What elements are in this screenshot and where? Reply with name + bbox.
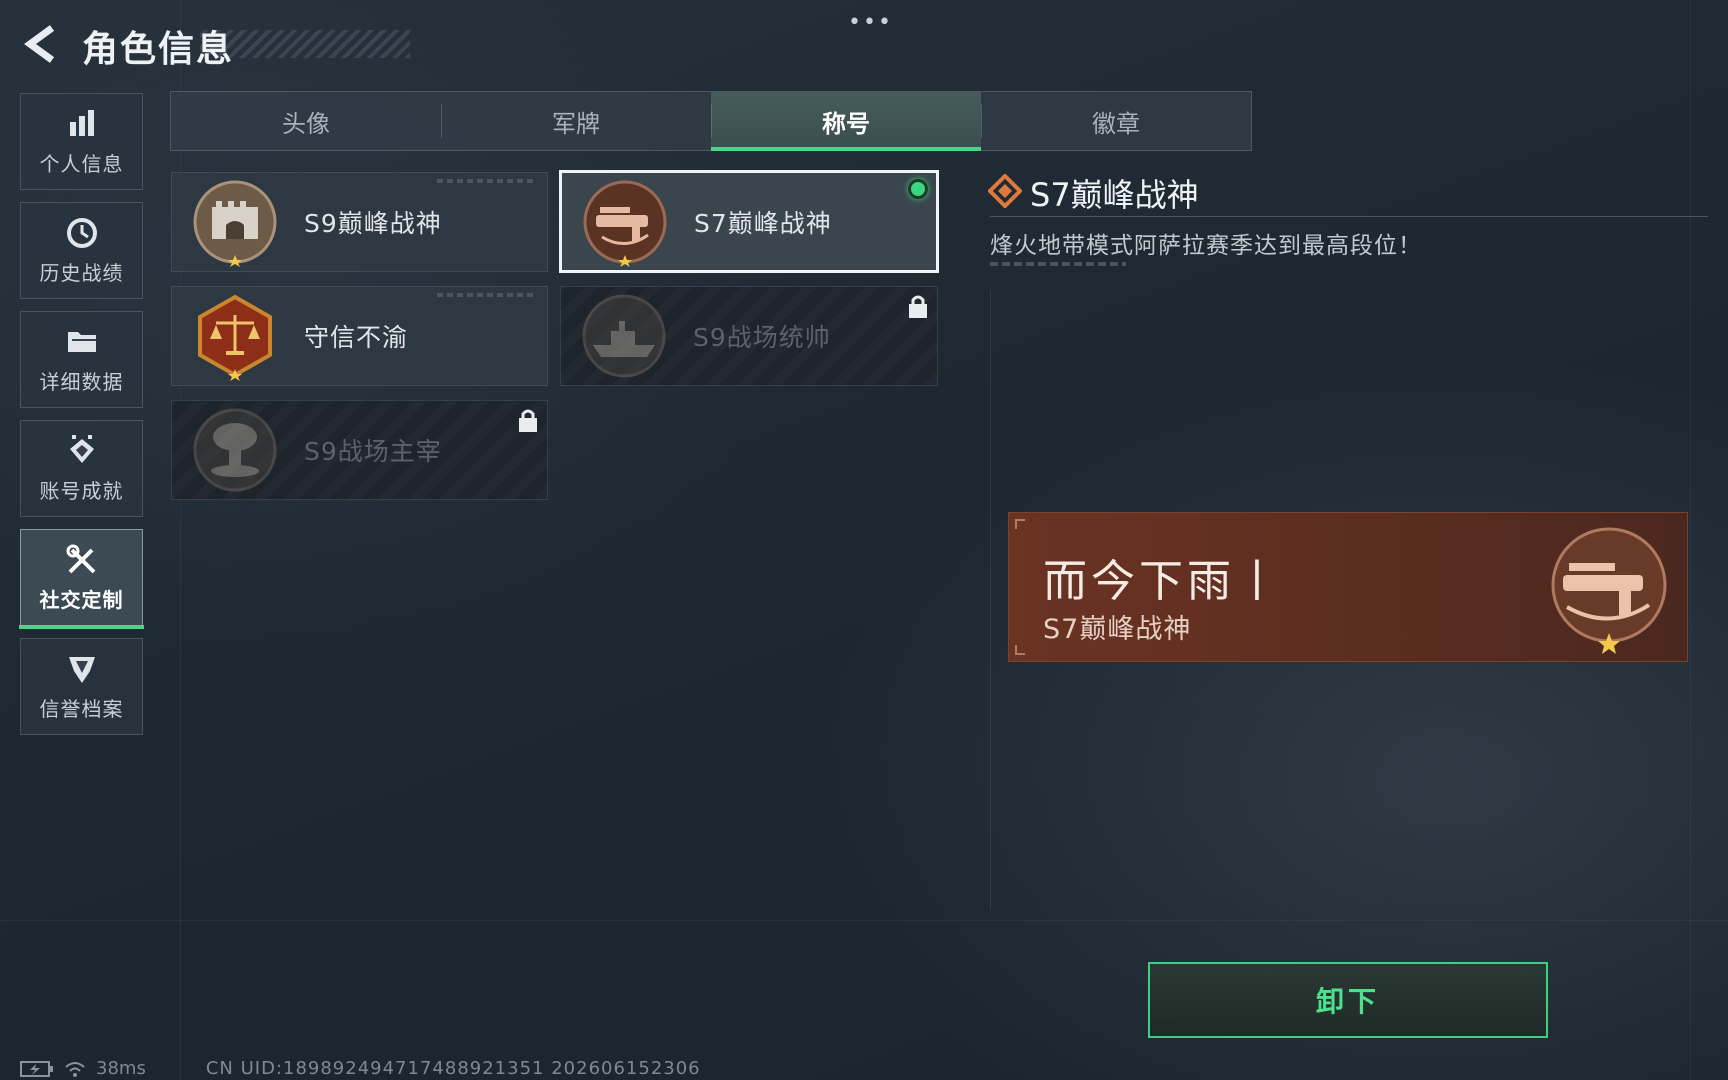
status-bar: 38ms CN UID:18989249471748892135​1 20260… xyxy=(20,1058,701,1079)
nameplate-title: S7巅峰战神 xyxy=(1043,614,1192,645)
card-decoration xyxy=(437,293,537,297)
detail-title: S7巅峰战神 xyxy=(1030,176,1199,214)
corner-mark xyxy=(1015,519,1025,529)
nav-item-detailed-data[interactable]: 详细数据 xyxy=(20,311,143,408)
nav-item-match-history[interactable]: 历史战绩 xyxy=(20,202,143,299)
clock-icon xyxy=(66,218,97,248)
nav-item-label: 社交定制 xyxy=(39,588,124,612)
tab-avatar[interactable]: 头像 xyxy=(171,92,441,150)
grid-line xyxy=(180,0,181,1080)
title-name: S9战场统帅 xyxy=(693,323,831,352)
side-nav: 个人信息 历史战绩 详细数据 账号成就 社交定制 信誉档案 xyxy=(19,93,144,747)
gun-emblem-icon xyxy=(583,180,667,267)
player-name: 而今下雨丨 xyxy=(1043,556,1283,607)
title-card-locked[interactable]: S9战场统帅 xyxy=(560,286,938,386)
page-title: 角色信息 xyxy=(82,29,235,70)
nav-item-social-custom[interactable]: 社交定制 xyxy=(19,529,144,629)
title-card[interactable]: 守信不渝 xyxy=(171,286,548,386)
unequip-button[interactable]: 卸下 xyxy=(1148,962,1548,1038)
grid-line xyxy=(0,920,1728,921)
lock-icon xyxy=(519,409,537,432)
nav-item-label: 历史战绩 xyxy=(39,261,124,285)
nav-item-label: 信誉档案 xyxy=(39,697,124,721)
title-name: S7巅峰战神 xyxy=(694,208,832,238)
category-tabs: 头像 军牌 称号 徽章 xyxy=(170,91,1252,151)
nav-item-achievements[interactable]: 账号成就 xyxy=(20,420,143,517)
tab-badge[interactable]: 徽章 xyxy=(981,92,1251,150)
nav-item-reputation[interactable]: 信誉档案 xyxy=(20,638,143,735)
corner-mark xyxy=(1015,645,1025,655)
lock-icon xyxy=(909,295,927,318)
folder-icon xyxy=(67,332,96,352)
nav-item-label: 账号成就 xyxy=(39,479,124,503)
title-card-selected[interactable]: S7巅峰战神 xyxy=(559,170,939,273)
divider xyxy=(990,216,1708,217)
gun-emblem-icon xyxy=(1551,527,1667,654)
detail-description: 烽火地带模式阿萨拉赛季达到最高段位！ xyxy=(990,233,1422,259)
card-decoration xyxy=(437,179,537,183)
nav-item-label: 详细数据 xyxy=(39,370,124,394)
tab-title[interactable]: 称号 xyxy=(711,92,981,151)
tab-dog-tag[interactable]: 军牌 xyxy=(441,92,711,150)
fortress-emblem-icon xyxy=(193,180,277,267)
ping-value: 38ms xyxy=(96,1058,146,1079)
nameplate-preview: 而今下雨丨 S7巅峰战神 xyxy=(1008,512,1688,662)
medal-icon xyxy=(69,435,94,463)
more-menu-icon[interactable]: ••• xyxy=(848,10,893,35)
title-name: 守信不渝 xyxy=(304,323,409,352)
scales-emblem-icon xyxy=(198,294,272,381)
mushroom-cloud-emblem-icon xyxy=(193,408,277,492)
nav-item-label: 个人信息 xyxy=(39,152,124,176)
warship-emblem-icon xyxy=(582,294,666,378)
nav-item-personal-info[interactable]: 个人信息 xyxy=(20,93,143,190)
title-name: S9巅峰战神 xyxy=(304,209,442,238)
title-name: S9战场主宰 xyxy=(304,437,442,466)
title-diamond-icon xyxy=(988,174,1022,208)
title-card-locked[interactable]: S9战场主宰 xyxy=(171,400,548,500)
description-decoration xyxy=(990,262,1126,266)
bar-chart-icon xyxy=(69,110,94,136)
battery-icon xyxy=(20,1060,53,1077)
equipped-indicator xyxy=(908,179,928,199)
back-arrow-icon xyxy=(24,25,55,63)
tools-icon xyxy=(66,544,95,574)
shield-icon xyxy=(68,657,95,683)
title-card[interactable]: S9巅峰战神 xyxy=(171,172,548,272)
back-button[interactable] xyxy=(18,22,64,66)
wifi-icon xyxy=(65,1061,85,1077)
uid-text: CN UID:18989249471748892135​1 2026061523… xyxy=(205,1058,701,1079)
